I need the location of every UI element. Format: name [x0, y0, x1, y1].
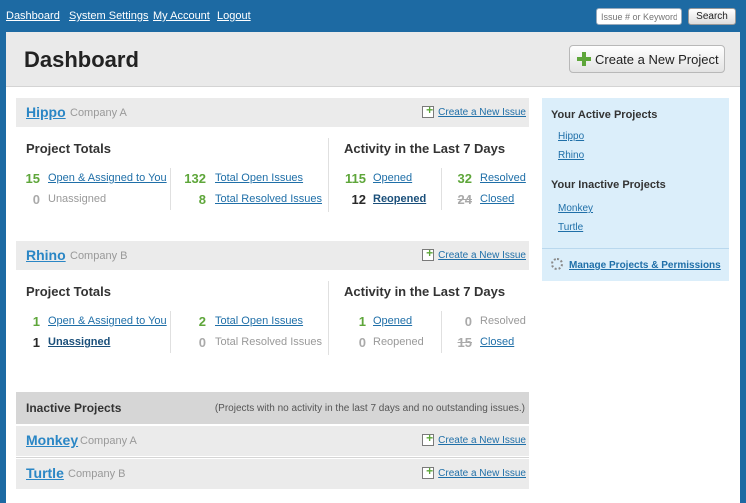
sidebar: Your Active Projects Hippo Rhino Your In… [542, 98, 729, 281]
stat-value: 0 [32, 192, 40, 207]
sidebar-link-monkey[interactable]: Monkey [558, 203, 593, 214]
project-name-link[interactable]: Monkey [26, 432, 78, 448]
stat-value: 32 [457, 171, 472, 186]
create-issue-label: Create a New Issue [438, 435, 526, 446]
total-open-issues-link[interactable]: Total Open Issues [215, 315, 303, 327]
sidebar-link-turtle[interactable]: Turtle [558, 222, 583, 233]
resolved-link[interactable]: Resolved [480, 172, 526, 184]
inactive-projects-note: (Projects with no activity in the last 7… [214, 403, 525, 414]
divider [170, 168, 171, 210]
row-divider [16, 457, 529, 458]
create-issue-label: Create a New Issue [438, 468, 526, 479]
divider [328, 281, 329, 355]
unassigned-link[interactable]: Unassigned [48, 336, 110, 348]
create-issue-label: Create a New Issue [438, 107, 526, 118]
activity-title: Activity in the Last 7 Days [344, 284, 506, 299]
stat-value: 24 [457, 192, 472, 207]
total-open-issues-link[interactable]: Total Open Issues [215, 172, 303, 184]
sidebar-link-rhino[interactable]: Rhino [558, 150, 584, 161]
create-project-label: Create a New Project [595, 51, 719, 67]
reopened-link[interactable]: Reopened [373, 193, 426, 205]
create-issue-link[interactable]: Create a New Issue [422, 464, 526, 479]
stat-value: 0 [358, 335, 366, 350]
inactive-projects-title: Inactive Projects [26, 401, 122, 415]
top-navigation: Dashboard System Settings My Account Log… [0, 0, 746, 32]
inactive-projects-header: Inactive Projects (Projects with no acti… [16, 392, 529, 424]
project-header-hippo: Hippo Company A Create a New Issue [16, 98, 529, 127]
stat-value: 0 [464, 314, 472, 329]
stat-value: 0 [198, 335, 206, 350]
create-issue-link[interactable]: Create a New Issue [422, 103, 526, 118]
divider [441, 168, 442, 210]
activity-title: Activity in the Last 7 Days [344, 141, 506, 156]
closed-link[interactable]: Closed [480, 336, 514, 348]
stat-value: 132 [184, 171, 206, 186]
reopened-label: Reopened [373, 336, 424, 348]
project-company: Company A [80, 435, 137, 447]
page-title: Dashboard [24, 47, 139, 72]
opened-link[interactable]: Opened [373, 315, 412, 327]
inactive-project-row-monkey: Monkey Company A Create a New Issue [16, 426, 529, 456]
inactive-project-row-turtle: Turtle Company B Create a New Issue [16, 459, 529, 489]
page-content: Dashboard Create a New Project Hippo Com… [6, 32, 740, 503]
unassigned-label: Unassigned [48, 193, 107, 205]
project-totals-title: Project Totals [26, 284, 112, 299]
total-resolved-issues-link[interactable]: Total Resolved Issues [215, 193, 322, 205]
stat-value: 15 [25, 171, 40, 186]
manage-projects-link[interactable]: Manage Projects & Permissions [569, 260, 721, 271]
project-name-link[interactable]: Rhino [26, 247, 66, 263]
stat-value: 1 [358, 314, 366, 329]
new-issue-icon [422, 103, 435, 118]
sidebar-divider [542, 248, 729, 249]
total-resolved-issues-label: Total Resolved Issues [215, 336, 322, 348]
project-name-link[interactable]: Turtle [26, 465, 64, 481]
sidebar-inactive-title: Your Inactive Projects [551, 179, 666, 191]
search-button[interactable]: Search [688, 8, 736, 25]
project-company: Company B [68, 468, 126, 480]
new-issue-icon [422, 464, 435, 479]
stat-value: 115 [345, 171, 366, 186]
open-assigned-link[interactable]: Open & Assigned to You [48, 315, 167, 327]
stat-value: 12 [351, 192, 366, 207]
create-issue-link[interactable]: Create a New Issue [422, 431, 526, 446]
opened-link[interactable]: Opened [373, 172, 412, 184]
closed-link[interactable]: Closed [480, 193, 514, 205]
new-issue-icon [422, 246, 435, 261]
resolved-label: Resolved [480, 315, 526, 327]
open-assigned-link[interactable]: Open & Assigned to You [48, 172, 167, 184]
stat-value: 1 [32, 335, 40, 350]
create-project-button[interactable]: Create a New Project [569, 45, 725, 73]
stat-value: 8 [198, 192, 206, 207]
stat-value: 2 [198, 314, 206, 329]
divider [170, 311, 171, 353]
sidebar-link-hippo[interactable]: Hippo [558, 131, 584, 142]
divider [441, 311, 442, 353]
project-company: Company B [70, 250, 128, 262]
project-totals-title: Project Totals [26, 141, 112, 156]
sidebar-active-title: Your Active Projects [551, 109, 658, 121]
nav-logout-link[interactable]: Logout [217, 10, 251, 22]
new-issue-icon [422, 431, 435, 446]
gear-icon [551, 258, 563, 270]
divider [328, 138, 329, 212]
nav-dashboard-link[interactable]: Dashboard [6, 10, 60, 22]
project-name-link[interactable]: Hippo [26, 104, 66, 120]
create-issue-link[interactable]: Create a New Issue [422, 246, 526, 261]
create-issue-label: Create a New Issue [438, 250, 526, 261]
project-header-rhino: Rhino Company B Create a New Issue [16, 241, 529, 270]
plus-icon [577, 52, 591, 66]
stat-value: 15 [457, 335, 472, 350]
nav-my-account-link[interactable]: My Account [153, 10, 210, 22]
stat-value: 1 [32, 314, 40, 329]
nav-system-settings-link[interactable]: System Settings [69, 10, 148, 22]
project-company: Company A [70, 107, 127, 119]
page-header: Dashboard Create a New Project [6, 32, 740, 87]
search-input[interactable] [596, 8, 682, 25]
